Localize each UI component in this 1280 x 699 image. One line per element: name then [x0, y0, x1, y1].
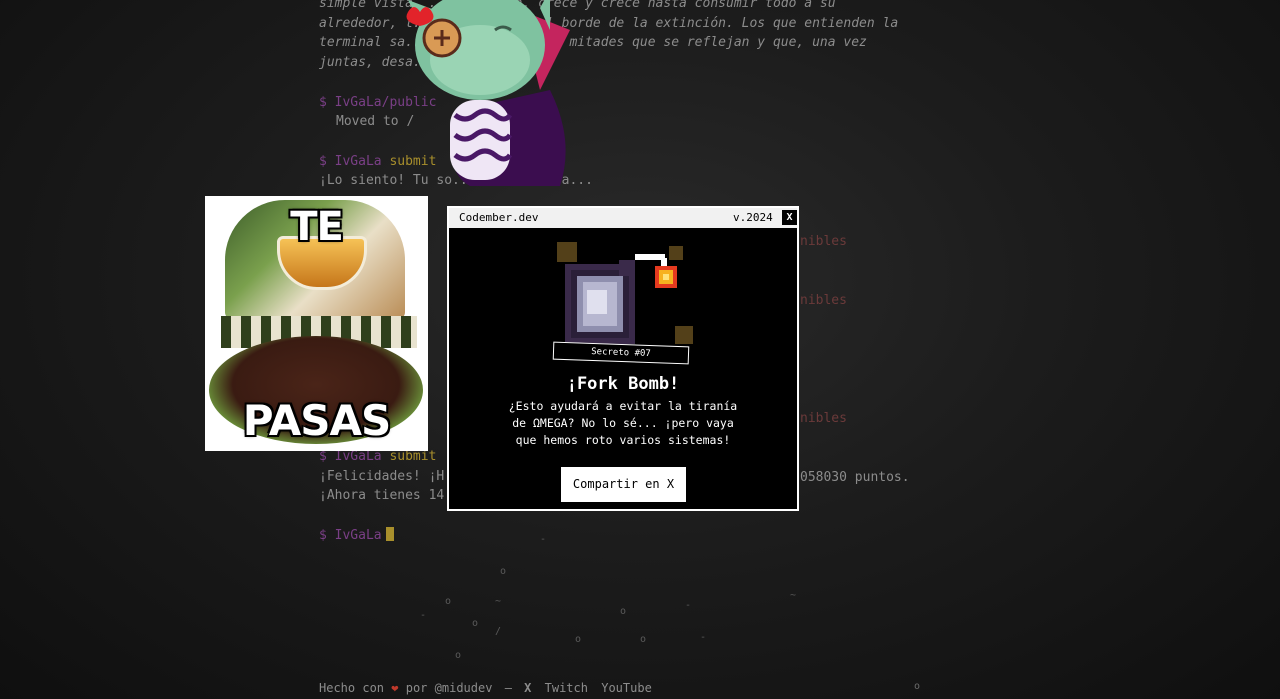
heart-icon: ❤: [391, 681, 399, 695]
terminal-cursor[interactable]: [385, 526, 394, 541]
close-button[interactable]: X: [782, 210, 797, 225]
footer-made-with: Hecho con: [319, 681, 385, 695]
prompt: $ IvGaLa: [319, 527, 382, 543]
command-text: submit: [389, 448, 437, 464]
description-line: que hemos roto varios sistemas!: [515, 433, 731, 447]
description-line: de ΩMEGA? No lo sé... ¡pero vaya: [512, 416, 734, 430]
dialog-heading: ¡Fork Bomb!: [566, 374, 680, 394]
dialog-version: v.2024: [733, 211, 773, 224]
decorative-dot: o: [914, 681, 921, 692]
dialog-description: ¿Esto ayudará a evitar la tiranía de ΩME…: [493, 398, 753, 449]
author-link[interactable]: @midudev: [435, 681, 493, 695]
footer: Hecho con ❤ por @midudev — X Twitch YouT…: [319, 681, 652, 695]
footer-by: por: [405, 681, 428, 695]
bomb-icon: [557, 242, 693, 344]
sticker-top-text: TE: [290, 204, 344, 250]
x-link[interactable]: X: [524, 681, 531, 695]
sticker-bottom-text: PASAS: [242, 396, 391, 445]
description-line: ¿Esto ayudará a evitar la tiranía: [508, 399, 738, 413]
vampire-creature-sticker: [406, 0, 570, 186]
share-on-x-button[interactable]: Compartir en X: [561, 467, 686, 502]
terminal-fragment: nibles: [800, 234, 847, 249]
footer-separator: —: [504, 681, 512, 695]
secret-badge: Secreto #07: [552, 341, 690, 365]
terminal-fragment: 058030 puntos.: [800, 470, 910, 485]
te-pasas-sticker: TE PASAS: [205, 196, 428, 451]
youtube-link[interactable]: YouTube: [601, 681, 652, 695]
prompt: $ IvGaLa: [319, 153, 382, 169]
dialog-titlebar: Codember.dev v.2024 X: [449, 208, 797, 228]
terminal-fragment: nibles: [800, 411, 847, 426]
dialog-title: Codember.dev: [459, 211, 539, 224]
prompt: $ IvGaLa: [319, 448, 382, 464]
terminal-fragment: nibles: [800, 293, 847, 308]
twitch-link[interactable]: Twitch: [545, 681, 588, 695]
achievement-dialog: Codember.dev v.2024 X Secreto #07 ¡Fork …: [447, 206, 799, 511]
